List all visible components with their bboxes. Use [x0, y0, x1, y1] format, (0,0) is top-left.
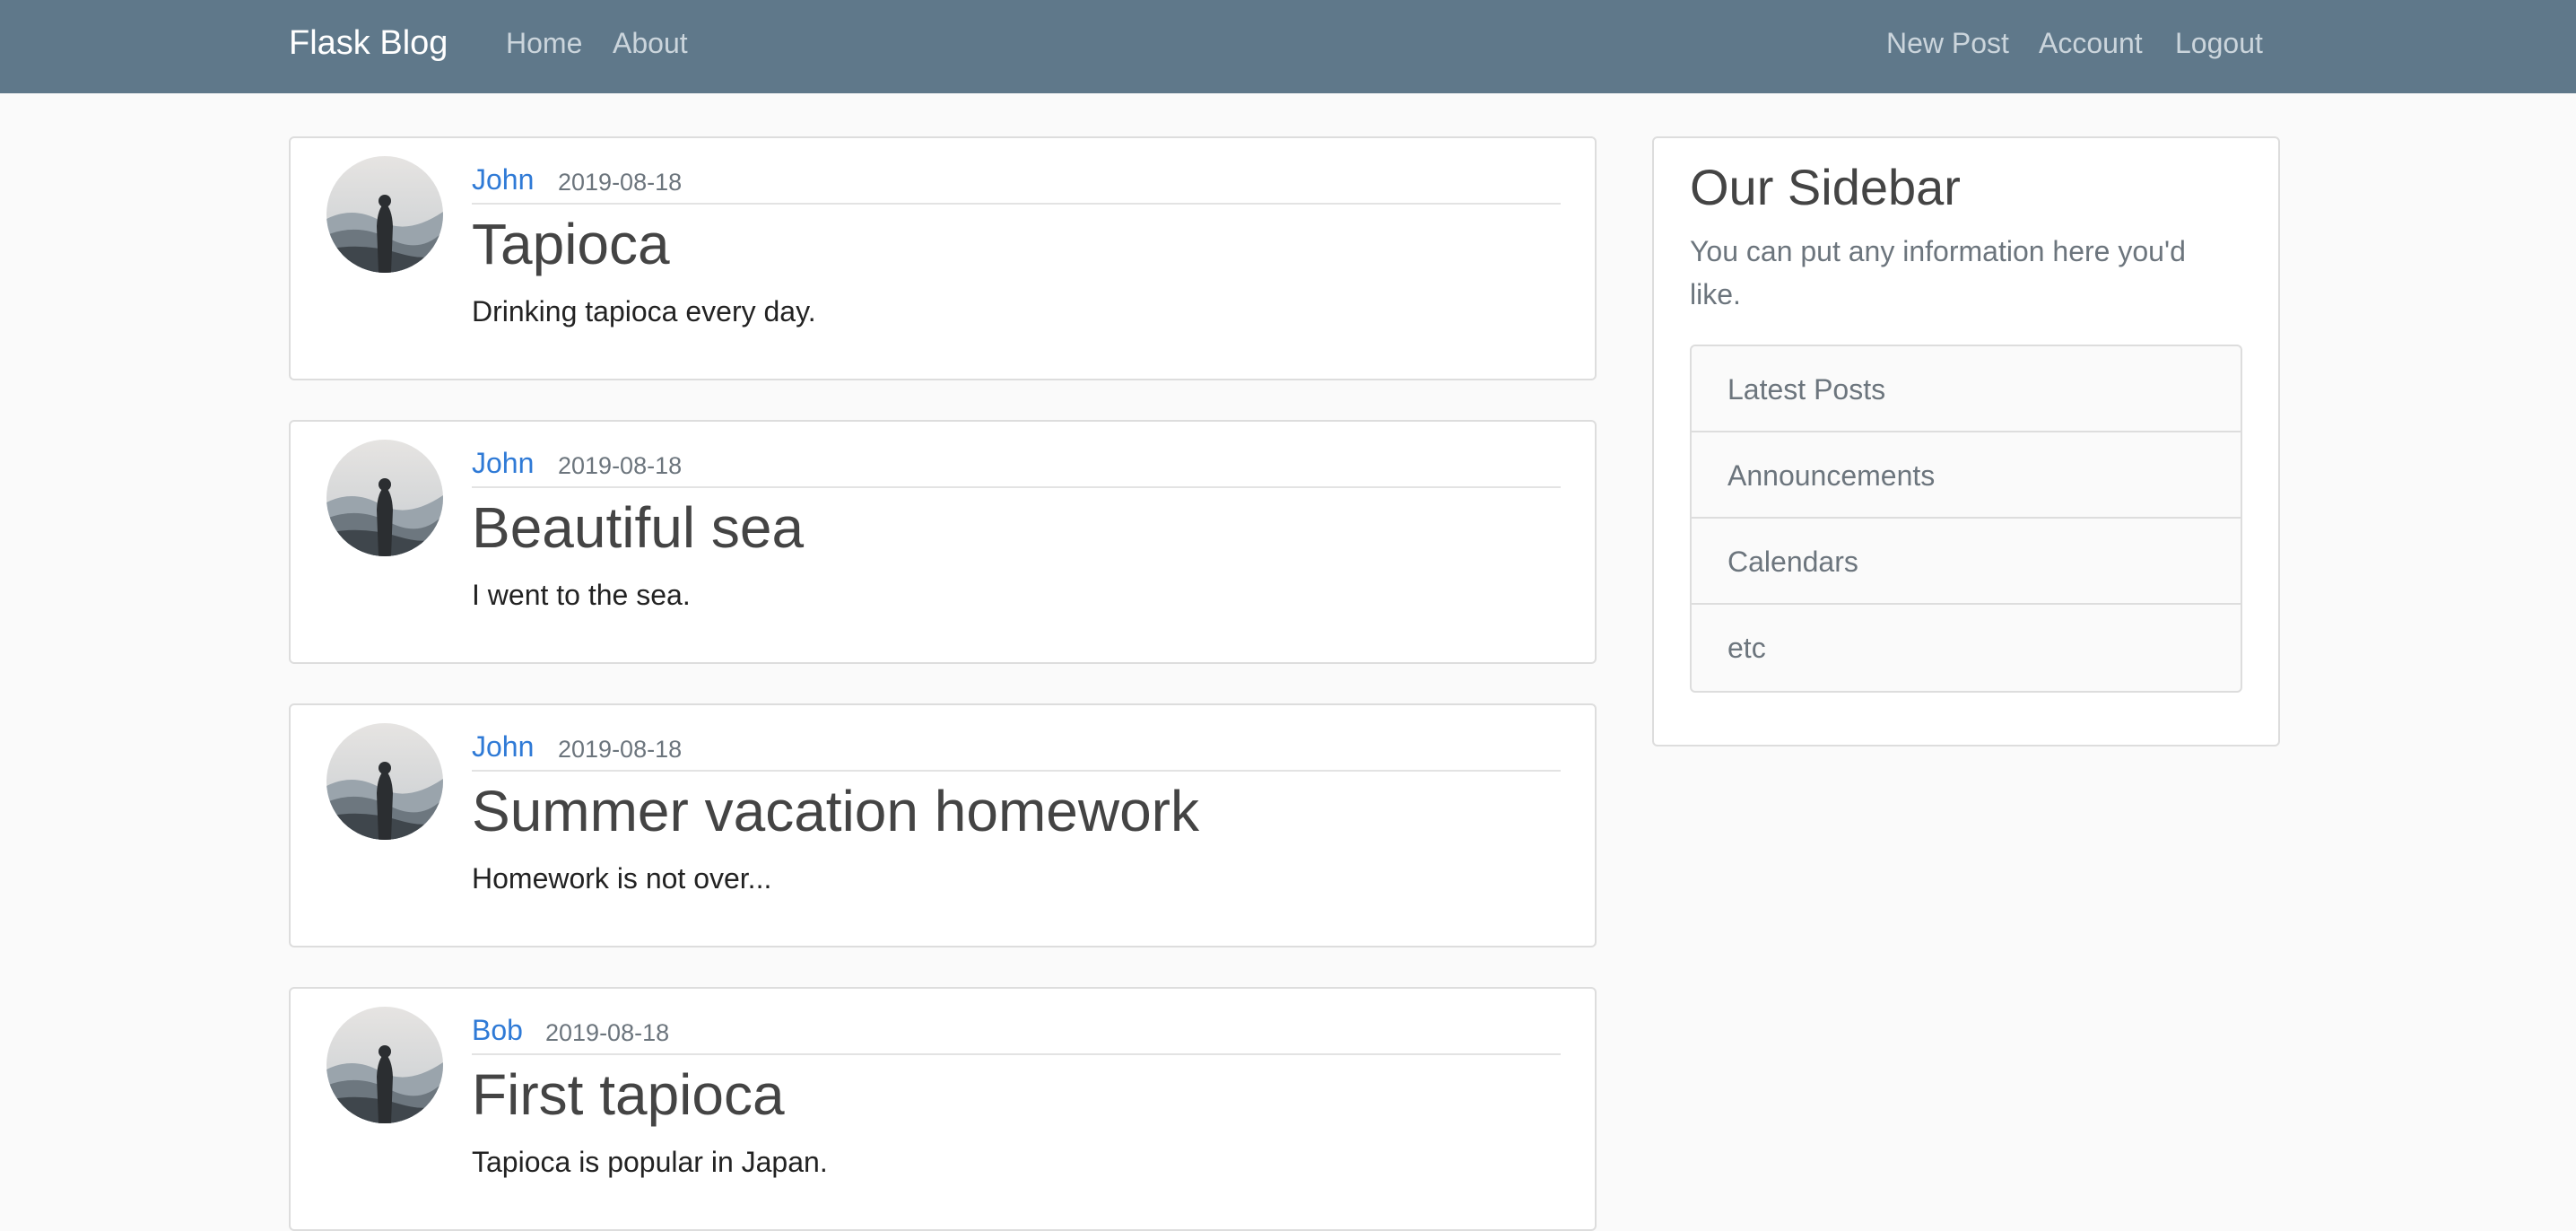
post-meta: Bob 2019-08-18 — [472, 1010, 1561, 1055]
avatar — [326, 440, 443, 556]
nav-about-link[interactable]: About — [613, 23, 688, 63]
sidebar-list: Latest Posts Announcements Calendars etc — [1690, 345, 2242, 693]
avatar-image — [326, 156, 443, 273]
post-content: I went to the sea. — [472, 579, 691, 611]
post-card: John 2019-08-18 Tapioca Drinking tapioca… — [289, 136, 1597, 380]
post-card: John 2019-08-18 Beautiful sea I went to … — [289, 420, 1597, 664]
nav-home-link[interactable]: Home — [506, 23, 582, 63]
sidebar-item-announcements[interactable]: Announcements — [1692, 432, 2241, 519]
avatar — [326, 723, 443, 840]
navbar: Flask Blog Home About New Post Account L… — [0, 0, 2576, 93]
post-card: Bob 2019-08-18 First tapioca Tapioca is … — [289, 987, 1597, 1231]
post-author-link[interactable]: John — [472, 162, 534, 197]
post-author-link[interactable]: John — [472, 445, 534, 481]
post-meta: John 2019-08-18 — [472, 160, 1561, 205]
post-title-link[interactable]: Beautiful sea — [472, 493, 804, 562]
sidebar-item-latest-posts[interactable]: Latest Posts — [1692, 346, 2241, 432]
nav-logout-link[interactable]: Logout — [2175, 23, 2263, 63]
post-author-link[interactable]: Bob — [472, 1012, 523, 1048]
sidebar-description: You can put any information here you'd l… — [1690, 235, 2186, 310]
post-content: Tapioca is popular in Japan. — [472, 1146, 828, 1178]
sidebar-title: Our Sidebar — [1690, 159, 1961, 215]
avatar-image — [326, 440, 443, 556]
post-title-link[interactable]: Tapioca — [472, 210, 670, 278]
post-title-link[interactable]: Summer vacation homework — [472, 777, 1199, 845]
post-date: 2019-08-18 — [558, 452, 683, 479]
post-date: 2019-08-18 — [558, 169, 683, 196]
post-author-link[interactable]: John — [472, 729, 534, 764]
avatar-image — [326, 723, 443, 840]
post-card: John 2019-08-18 Summer vacation homework… — [289, 703, 1597, 947]
sidebar-item-calendars[interactable]: Calendars — [1692, 519, 2241, 605]
nav-new-post-link[interactable]: New Post — [1886, 23, 2009, 63]
post-meta: John 2019-08-18 — [472, 443, 1561, 488]
avatar — [326, 1007, 443, 1123]
post-content: Homework is not over... — [472, 862, 772, 895]
brand-link[interactable]: Flask Blog — [289, 22, 448, 65]
post-meta: John 2019-08-18 — [472, 727, 1561, 772]
post-content: Drinking tapioca every day. — [472, 295, 816, 327]
avatar-image — [326, 1007, 443, 1123]
post-date: 2019-08-18 — [558, 736, 683, 763]
sidebar-item-etc[interactable]: etc — [1692, 605, 2241, 691]
sidebar: Our Sidebar You can put any information … — [1652, 136, 2280, 746]
post-date: 2019-08-18 — [545, 1019, 670, 1046]
post-title-link[interactable]: First tapioca — [472, 1061, 785, 1129]
nav-account-link[interactable]: Account — [2039, 23, 2143, 63]
avatar — [326, 156, 443, 273]
